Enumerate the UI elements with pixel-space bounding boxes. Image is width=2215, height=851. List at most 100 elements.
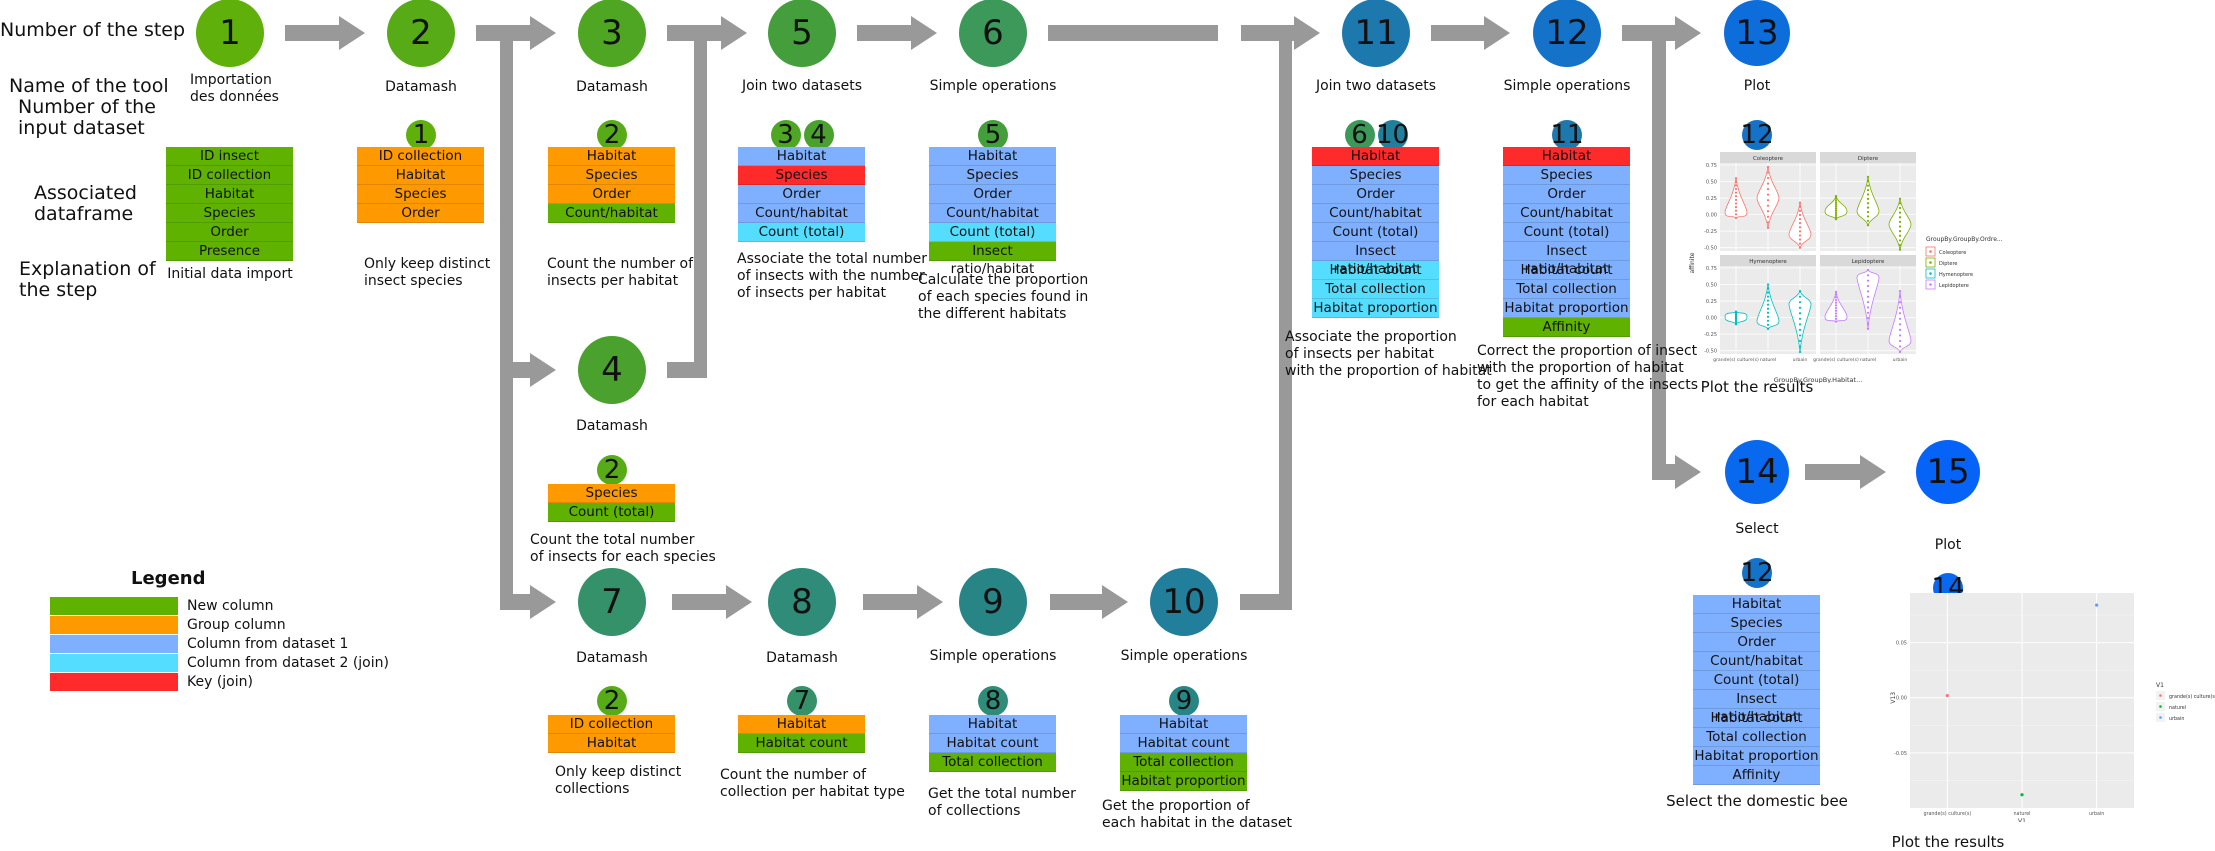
data-point xyxy=(1734,310,1738,313)
data-point xyxy=(1734,205,1738,209)
input-dataset-badge[interactable]: 8 xyxy=(978,686,1008,716)
dataframe-column: Total collection xyxy=(1120,753,1247,772)
dataframe-column: ID insect xyxy=(166,147,293,166)
data-point xyxy=(1834,199,1838,202)
legend-swatch-new_column xyxy=(50,597,178,615)
dataframe-table: Habitat Species Order Count/habitat Count (t… xyxy=(1693,595,1820,785)
data-point xyxy=(1834,304,1838,307)
data-point xyxy=(1866,197,1870,200)
data-point xyxy=(1866,311,1870,314)
step-circle[interactable]: 4 xyxy=(578,336,646,404)
data-point xyxy=(1898,345,1902,348)
input-dataset-badge[interactable]: 6 xyxy=(1344,120,1375,150)
step-circle[interactable]: 7 xyxy=(578,568,646,636)
step-circle[interactable]: 11 xyxy=(1342,0,1410,67)
step-circle[interactable]: 15 xyxy=(1916,440,1980,504)
input-dataset-badge[interactable]: 2 xyxy=(597,455,627,485)
data-point xyxy=(1734,191,1738,194)
data-point xyxy=(1834,211,1838,215)
input-dataset-number: 12 xyxy=(1740,558,1774,588)
data-point xyxy=(1798,345,1802,348)
data-point xyxy=(1834,197,1838,200)
data-point xyxy=(1766,323,1770,326)
data-point xyxy=(1834,315,1838,318)
step-circle[interactable]: 2 xyxy=(387,0,455,67)
data-point xyxy=(2095,603,2099,607)
dataframe-column: Count/habitat xyxy=(1312,204,1439,223)
input-dataset-badge[interactable]: 2 xyxy=(597,120,627,150)
input-dataset-badge[interactable]: 2 xyxy=(597,686,627,716)
input-dataset-number: 7 xyxy=(793,686,811,716)
y-tick-label: -0.50 xyxy=(1704,349,1717,355)
step-explanation: Associate the total number of insects wi… xyxy=(737,251,927,301)
legend-label: Lepidoptere xyxy=(1939,283,1969,289)
step-circle[interactable]: 8 xyxy=(768,568,836,636)
dataframe-column: Presence xyxy=(166,242,293,261)
x-tick-label: urbain xyxy=(1893,357,1908,363)
input-dataset-badge[interactable]: 12 xyxy=(1740,558,1774,588)
arrow-5-6 xyxy=(857,16,937,50)
data-point xyxy=(1898,328,1902,331)
data-point xyxy=(1798,295,1802,298)
tool-name: Datamash xyxy=(576,79,648,95)
dataframe-table: Habitat Species Order Count/habitat Count (t… xyxy=(929,147,1056,277)
step-circle[interactable]: 10 xyxy=(1150,568,1218,636)
dataframe-column: Habitat xyxy=(548,734,675,753)
arrow-7-8 xyxy=(672,585,752,619)
step-circle[interactable]: 6 xyxy=(959,0,1027,67)
data-point xyxy=(1766,311,1770,314)
step-circle[interactable]: 3 xyxy=(578,0,646,67)
step-explanation: Get the total number of collections xyxy=(928,786,1076,819)
y-tick-label: 0.50 xyxy=(1706,283,1717,289)
data-point xyxy=(1766,215,1770,218)
dataframe-column: Order xyxy=(1503,185,1630,204)
data-point xyxy=(1734,213,1738,216)
dataframe-column: Order xyxy=(929,185,1056,204)
data-point xyxy=(1766,283,1770,286)
data-point xyxy=(1834,298,1838,302)
step-number: 1 xyxy=(219,13,241,53)
dataframe-column: Species xyxy=(1693,614,1820,633)
step-circle[interactable]: 9 xyxy=(959,568,1027,636)
tool-name: Simple operations xyxy=(929,78,1057,94)
data-point xyxy=(1834,306,1838,310)
step-number: 6 xyxy=(982,13,1004,53)
dataframe-column: Species xyxy=(548,484,675,503)
data-point xyxy=(1898,243,1902,247)
legend-label: grande(s) culture(s) xyxy=(2169,694,2215,700)
data-point xyxy=(1898,306,1902,309)
data-point xyxy=(1798,226,1802,229)
step-explanation: Associate the proportion of insects per … xyxy=(1285,329,1492,379)
step-explanation: Select the domestic bee xyxy=(1666,792,1848,810)
dataframe-column: Order xyxy=(1693,633,1820,652)
data-point xyxy=(1898,323,1902,326)
input-dataset-badge[interactable]: 1 xyxy=(406,120,436,150)
input-dataset-badge[interactable]: 11 xyxy=(1550,120,1584,150)
input-dataset-badge[interactable]: 3 xyxy=(770,120,801,150)
legend-label: Coleoptere xyxy=(1939,250,1966,256)
input-dataset-badge[interactable]: 7 xyxy=(787,686,817,716)
input-dataset-badge[interactable]: 10 xyxy=(1376,120,1409,150)
arrow-2-7 xyxy=(506,585,556,619)
dataframe-column: Total collection xyxy=(1503,280,1630,299)
input-dataset-number: 4 xyxy=(810,120,827,150)
legend-dot xyxy=(2159,705,2162,708)
legend-label: Column from dataset 2 (join) xyxy=(187,655,389,671)
data-point xyxy=(1834,209,1838,212)
step-circle[interactable]: 13 xyxy=(1724,0,1790,66)
legend-label: naturel xyxy=(2169,705,2186,711)
input-dataset-badge[interactable]: 12 xyxy=(1740,120,1774,150)
step-circle[interactable]: 5 xyxy=(768,0,836,67)
step-circle[interactable]: 1 xyxy=(196,0,264,67)
input-dataset-badge[interactable]: 5 xyxy=(978,120,1008,150)
data-point xyxy=(1866,274,1870,277)
data-point xyxy=(1766,319,1770,322)
input-dataset-badge[interactable]: 9 xyxy=(1169,686,1199,716)
dataframe-column: Insect ratio/habitat xyxy=(1693,690,1820,725)
tool-name: Plot xyxy=(1743,78,1771,94)
y-tick-label: -0.25 xyxy=(1704,332,1717,338)
step-circle[interactable]: 14 xyxy=(1725,440,1789,504)
step-circle[interactable]: 12 xyxy=(1533,0,1601,67)
input-dataset-badge[interactable]: 4 xyxy=(803,120,834,150)
y-tick-label: -0.50 xyxy=(1704,246,1717,252)
